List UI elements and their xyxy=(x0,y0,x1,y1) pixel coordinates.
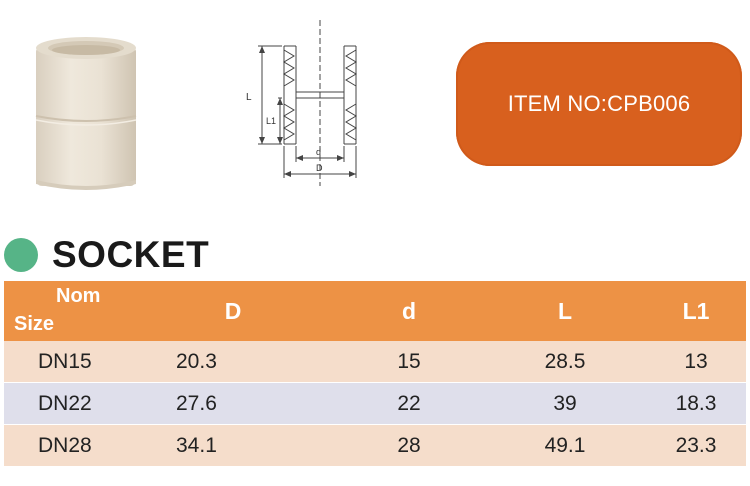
cell-D: 27.6 xyxy=(132,382,334,424)
cell-L: 49.1 xyxy=(484,424,646,466)
table-row: DN15 20.3 15 28.5 13 xyxy=(4,341,746,382)
dimension-drawing: L L1 d D xyxy=(246,20,357,186)
drawing-label-outer-diameter: D xyxy=(316,163,323,173)
specification-table: Nom Size D d L L1 DN15 20.3 15 28.5 13 D… xyxy=(4,281,746,466)
cell-d: 28 xyxy=(334,424,484,466)
header-nom-size: Nom Size xyxy=(4,281,132,341)
cell-d: 15 xyxy=(334,341,484,382)
cell-L: 28.5 xyxy=(484,341,646,382)
cell-d: 22 xyxy=(334,382,484,424)
cell-D: 34.1 xyxy=(132,424,334,466)
cell-L1: 18.3 xyxy=(646,382,746,424)
cell-L1: 23.3 xyxy=(646,424,746,466)
green-bullet-icon xyxy=(4,238,38,272)
section-heading: SOCKET xyxy=(4,232,209,278)
cell-size: DN28 xyxy=(4,424,132,466)
table-row: DN28 34.1 28 49.1 23.3 xyxy=(4,424,746,466)
product-photo xyxy=(35,37,137,190)
cell-L: 39 xyxy=(484,382,646,424)
header-size: Size xyxy=(14,313,55,335)
header-L: L xyxy=(484,281,646,341)
drawing-label-socket-depth: L1 xyxy=(266,116,276,126)
cell-size: DN15 xyxy=(4,341,132,382)
item-number-badge: ITEM NO:CPB006 xyxy=(456,42,742,166)
section-title: SOCKET xyxy=(52,234,210,275)
table-header-row: Nom Size D d L L1 xyxy=(4,281,746,341)
cell-size: DN22 xyxy=(4,382,132,424)
cell-L1: 13 xyxy=(646,341,746,382)
drawing-label-length: L xyxy=(246,92,252,103)
header-d: d xyxy=(334,281,484,341)
header-L1: L1 xyxy=(646,281,746,341)
drawing-label-inner-diameter: d xyxy=(316,147,321,157)
header-D: D xyxy=(132,281,334,341)
table-row: DN22 27.6 22 39 18.3 xyxy=(4,382,746,424)
header-nom: Nom xyxy=(56,285,101,307)
cell-D: 20.3 xyxy=(132,341,334,382)
